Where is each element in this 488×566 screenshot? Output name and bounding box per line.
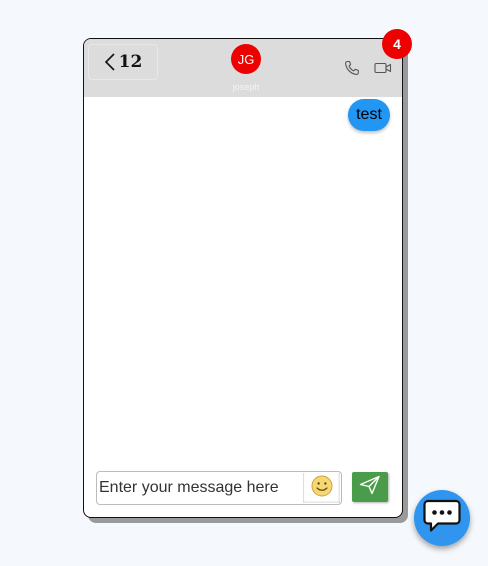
call-button[interactable] [344,60,360,76]
contact-name: joseph [232,82,260,92]
chevron-left-icon [104,53,116,71]
back-button[interactable]: 12 [88,44,158,80]
smiley-face-icon [310,474,334,503]
chat-bubble-icon [422,497,462,540]
message-list[interactable]: test [84,97,402,463]
message-composer [96,471,342,505]
video-camera-icon [374,62,392,80]
unread-count: 12 [118,52,143,72]
message-input[interactable] [99,473,299,503]
chat-launcher-button[interactable] [414,490,470,546]
avatar[interactable]: JG [231,44,261,74]
emoji-button[interactable] [303,473,340,503]
chat-window: 12 JG joseph test Enter your message her… [83,38,403,518]
video-call-button[interactable] [374,60,392,76]
send-button[interactable] [352,472,388,502]
chat-header: 12 JG joseph [84,39,402,97]
notification-badge: 4 [382,29,412,59]
outgoing-message: test [348,99,390,131]
paper-plane-icon [359,475,381,500]
page: 12 JG joseph test Enter your message her… [0,0,488,566]
phone-icon [344,60,360,80]
